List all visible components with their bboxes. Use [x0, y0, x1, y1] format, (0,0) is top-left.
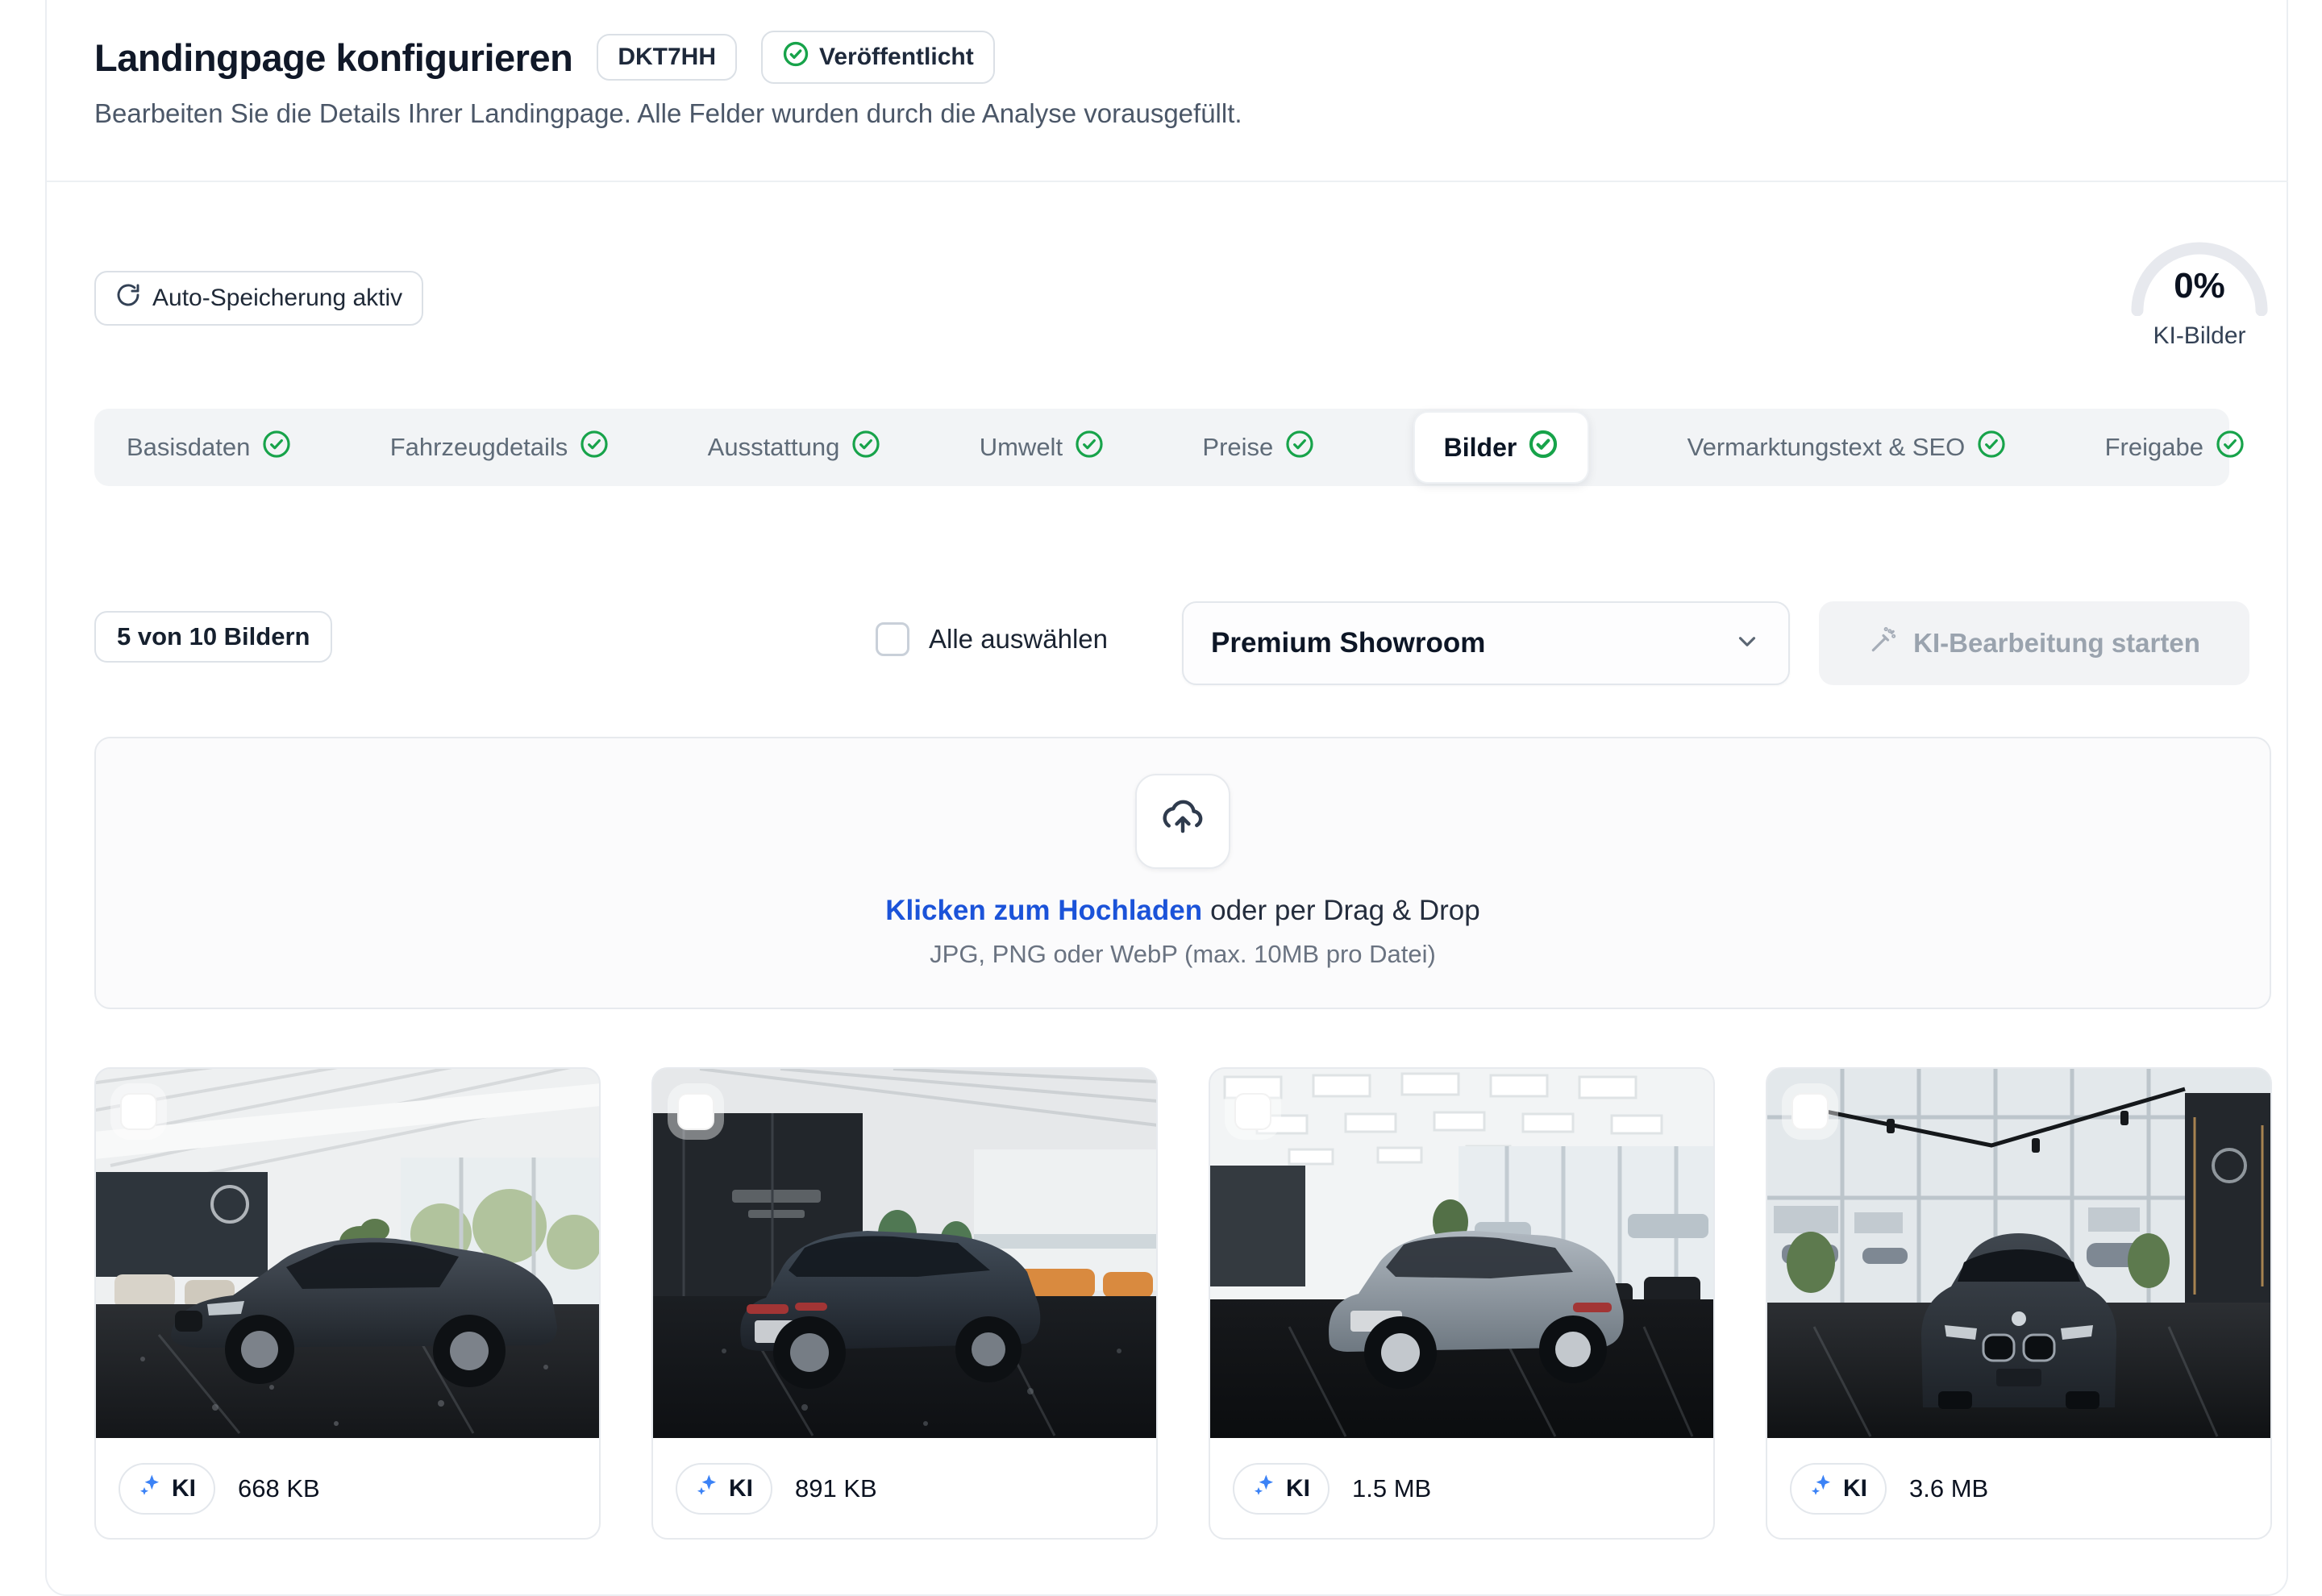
ki-badge: KI — [1790, 1463, 1887, 1515]
image-card: KI 891 KB — [651, 1067, 1158, 1540]
ki-bilder-gauge: 0% KI-Bilder — [2127, 235, 2272, 350]
tab-basisdaten[interactable]: Basisdaten — [127, 429, 292, 466]
upload-icon-button[interactable] — [1135, 774, 1230, 869]
image-select-checkbox[interactable] — [1234, 1093, 1271, 1130]
tab-freigabe[interactable]: Freigabe — [2105, 429, 2245, 466]
image-card-footer: KI 891 KB — [653, 1438, 1156, 1540]
upload-rest-text: oder per Drag & Drop — [1210, 895, 1480, 926]
select-all-checkbox[interactable] — [876, 622, 909, 656]
image-card-footer: KI 3.6 MB — [1767, 1438, 2270, 1540]
check-circle-icon — [1976, 429, 2007, 466]
check-circle-icon — [1284, 429, 1315, 466]
ai-edit-start-button[interactable]: KI-Bearbeitung starten — [1819, 601, 2249, 685]
image-select-checkbox[interactable] — [677, 1093, 714, 1130]
ki-badge: KI — [119, 1463, 215, 1515]
code-badge: DKT7HH — [597, 34, 737, 81]
image-card: KI 3.6 MB — [1766, 1067, 2272, 1540]
image-select-checkbox[interactable] — [1791, 1093, 1829, 1130]
ki-badge-label: KI — [729, 1475, 753, 1502]
status-badge-label: Veröffentlicht — [819, 44, 974, 71]
ki-badge: KI — [676, 1463, 772, 1515]
select-all-label: Alle auswählen — [929, 624, 1108, 655]
check-circle-icon — [261, 429, 292, 466]
image-card-footer: KI 668 KB — [96, 1438, 599, 1540]
code-badge-label: DKT7HH — [618, 44, 716, 71]
car-image-rear-right[interactable] — [1210, 1069, 1713, 1438]
refresh-icon — [115, 282, 141, 314]
chevron-down-icon — [1733, 628, 1761, 659]
sparkles-icon — [1252, 1473, 1278, 1505]
tab-ausstattung[interactable]: Ausstattung — [708, 429, 882, 466]
style-select-value: Premium Showroom — [1211, 627, 1485, 659]
car-image-front[interactable] — [1767, 1069, 2270, 1438]
image-card-footer: KI 1.5 MB — [1210, 1438, 1713, 1540]
sparkles-icon — [138, 1473, 164, 1505]
ki-badge-label: KI — [1286, 1475, 1310, 1502]
car-image-rear-left[interactable] — [653, 1069, 1156, 1438]
image-select-checkbox[interactable] — [120, 1093, 157, 1130]
check-circle-icon — [2215, 429, 2245, 466]
select-all: Alle auswählen — [876, 622, 1108, 656]
sparkles-icon — [695, 1473, 721, 1505]
header-divider — [47, 181, 2288, 182]
image-card: KI 1.5 MB — [1209, 1067, 1715, 1540]
autosave-badge: Auto-Speicherung aktiv — [94, 271, 423, 326]
gauge-label: KI-Bilder — [2127, 322, 2272, 350]
ki-badge-label: KI — [1843, 1475, 1867, 1502]
upload-link[interactable]: Klicken zum Hochladen — [885, 895, 1202, 926]
tab-fahrzeugdetails[interactable]: Fahrzeugdetails — [390, 429, 610, 466]
gauge-value: 0% — [2127, 266, 2272, 306]
ai-edit-start-label: KI-Bearbeitung starten — [1913, 628, 2200, 659]
tabstrip: Basisdaten Fahrzeugdetails Ausstattung U… — [94, 409, 2278, 486]
tab-vermarktungstext-seo[interactable]: Vermarktungstext & SEO — [1687, 429, 2008, 466]
check-circle-icon — [579, 429, 610, 466]
car-image-front-left[interactable] — [96, 1069, 599, 1438]
sparkles-icon — [1809, 1473, 1835, 1505]
style-select-dropdown[interactable]: Premium Showroom — [1182, 601, 1790, 685]
check-circle-icon — [1074, 429, 1105, 466]
check-circle-icon — [1528, 429, 1558, 466]
file-size: 1.5 MB — [1352, 1474, 1431, 1503]
check-circle-icon — [851, 429, 881, 466]
file-size: 891 KB — [795, 1474, 877, 1503]
cloud-upload-icon — [1160, 797, 1205, 846]
image-count-badge: 5 von 10 Bildern — [94, 611, 332, 663]
check-circle-icon — [782, 40, 809, 74]
tab-bilder[interactable]: Bilder — [1413, 411, 1590, 484]
file-size: 3.6 MB — [1909, 1474, 1988, 1503]
image-card: KI 668 KB — [94, 1067, 601, 1540]
autosave-label: Auto-Speicherung aktiv — [152, 285, 402, 312]
magic-wand-icon — [1868, 625, 1899, 662]
page-subtitle: Bearbeiten Sie die Details Ihrer Landing… — [94, 98, 1242, 129]
status-badge: Veröffentlicht — [761, 31, 995, 84]
upload-hint: JPG, PNG oder WebP (max. 10MB pro Datei) — [930, 940, 1436, 969]
tabbar: Basisdaten Fahrzeugdetails Ausstattung U… — [94, 409, 2229, 486]
tab-preise[interactable]: Preise — [1202, 429, 1315, 466]
ki-badge: KI — [1233, 1463, 1330, 1515]
header: Landingpage konfigurieren DKT7HH Veröffe… — [94, 31, 995, 84]
tab-umwelt[interactable]: Umwelt — [980, 429, 1105, 466]
file-size: 668 KB — [238, 1474, 320, 1503]
page-title: Landingpage konfigurieren — [94, 35, 572, 80]
ki-badge-label: KI — [172, 1475, 196, 1502]
upload-dropzone[interactable]: Klicken zum Hochladen oder per Drag & Dro… — [94, 737, 2271, 1009]
image-grid: KI 668 KB — [94, 1067, 2272, 1540]
